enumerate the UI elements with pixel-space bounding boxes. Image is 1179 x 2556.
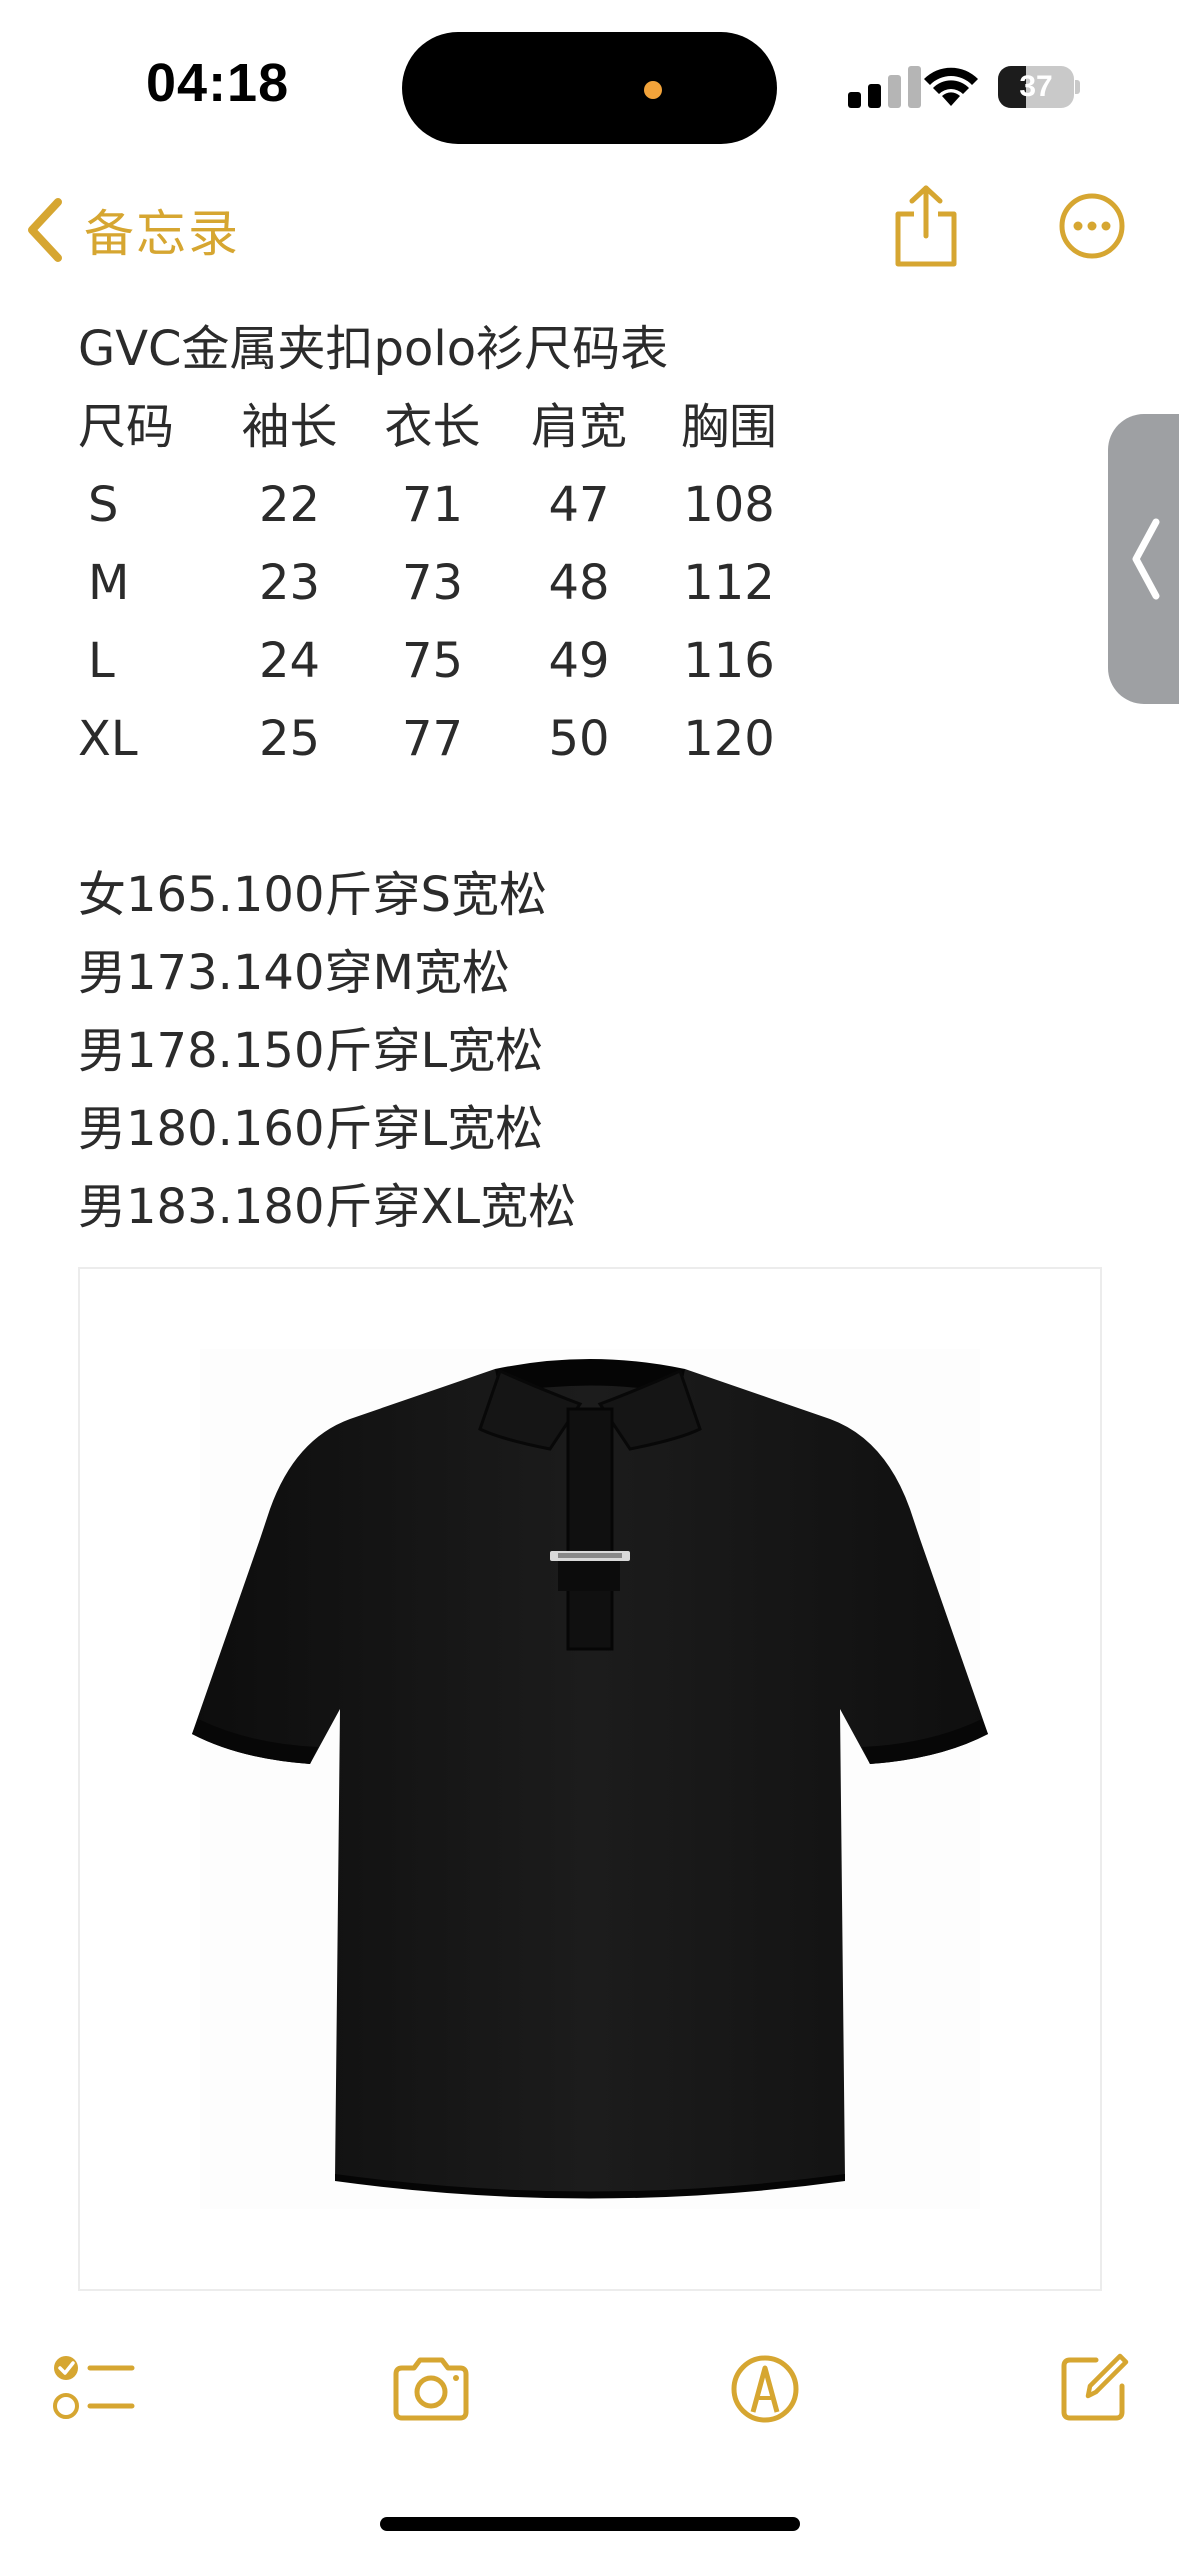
table-header: 衣长 xyxy=(384,399,481,455)
size-recommendation: 女165.100斤穿S宽松 xyxy=(78,867,547,923)
home-indicator[interactable] xyxy=(380,2517,800,2531)
table-row: M 23 73 48 112 xyxy=(78,544,804,622)
table-cell: 77 xyxy=(401,711,464,767)
table-cell: 47 xyxy=(548,477,610,533)
table-cell: L xyxy=(88,633,115,689)
table-cell: 23 xyxy=(258,555,321,611)
table-cell: 22 xyxy=(258,477,321,533)
image-attachment[interactable] xyxy=(78,1267,1102,2291)
table-cell: 71 xyxy=(401,477,464,533)
battery-icon: 37 xyxy=(998,66,1080,108)
table-cell: 48 xyxy=(548,555,610,611)
markup-icon[interactable] xyxy=(730,2354,800,2424)
table-row: XL 25 77 50 120 xyxy=(78,700,804,778)
chevron-left-icon xyxy=(28,198,62,262)
table-row: L 24 75 49 116 xyxy=(78,622,804,700)
table-cell: 75 xyxy=(401,633,464,689)
side-panel-handle[interactable] xyxy=(1108,414,1179,704)
status-time: 04:18 xyxy=(146,53,290,113)
size-recommendation: 男173.140穿M宽松 xyxy=(78,945,510,1001)
back-label: 备忘录 xyxy=(84,205,240,263)
table-cell: 112 xyxy=(683,555,775,611)
table-cell: M xyxy=(88,555,130,611)
size-recommendation: 男183.180斤穿XL宽松 xyxy=(78,1179,577,1235)
table-cell: XL xyxy=(78,711,138,767)
table-cell: 120 xyxy=(683,711,775,767)
chevron-left-icon xyxy=(1132,518,1160,600)
table-cell: 24 xyxy=(258,633,321,689)
note-title: GVC金属夹扣polo衫尺码表 xyxy=(78,321,669,377)
size-recommendation: 男178.150斤穿L宽松 xyxy=(78,1023,544,1079)
checklist-icon[interactable] xyxy=(52,2352,136,2424)
compose-icon[interactable] xyxy=(1060,2350,1130,2422)
table-cell: 25 xyxy=(258,711,321,767)
table-cell: 73 xyxy=(401,555,464,611)
table-cell: 49 xyxy=(548,633,610,689)
privacy-indicator-dot xyxy=(644,81,662,99)
table-header: 胸围 xyxy=(680,399,777,455)
wifi-icon xyxy=(924,67,978,106)
table-cell: 116 xyxy=(683,633,775,689)
camera-icon[interactable] xyxy=(390,2356,472,2422)
share-icon[interactable] xyxy=(890,184,962,270)
table-header: 尺码 xyxy=(78,399,175,455)
table-cell: 50 xyxy=(548,711,610,767)
back-button[interactable]: 备忘录 xyxy=(20,190,240,270)
table-row: S 22 71 47 108 xyxy=(78,466,804,544)
table-cell: S xyxy=(88,477,119,533)
note-body[interactable]: GVC金属夹扣polo衫尺码表 尺码 袖长 衣长 肩宽 胸围 S 22 71 4… xyxy=(78,310,1078,1246)
black-polo-shirt-image xyxy=(192,1359,988,2199)
table-header: 肩宽 xyxy=(530,399,627,455)
size-table: 尺码 袖长 衣长 肩宽 胸围 S 22 71 47 108 M 23 73 48… xyxy=(78,388,804,778)
more-options-icon[interactable] xyxy=(1058,192,1126,260)
size-recommendation: 男180.160斤穿L宽松 xyxy=(78,1101,544,1157)
table-header-row: 尺码 袖长 衣长 肩宽 胸围 xyxy=(78,388,804,466)
battery-level: 37 xyxy=(1019,70,1053,103)
table-cell: 108 xyxy=(683,477,775,533)
dynamic-island xyxy=(402,32,777,144)
table-header: 袖长 xyxy=(241,399,338,455)
cellular-signal-icon xyxy=(848,66,921,108)
